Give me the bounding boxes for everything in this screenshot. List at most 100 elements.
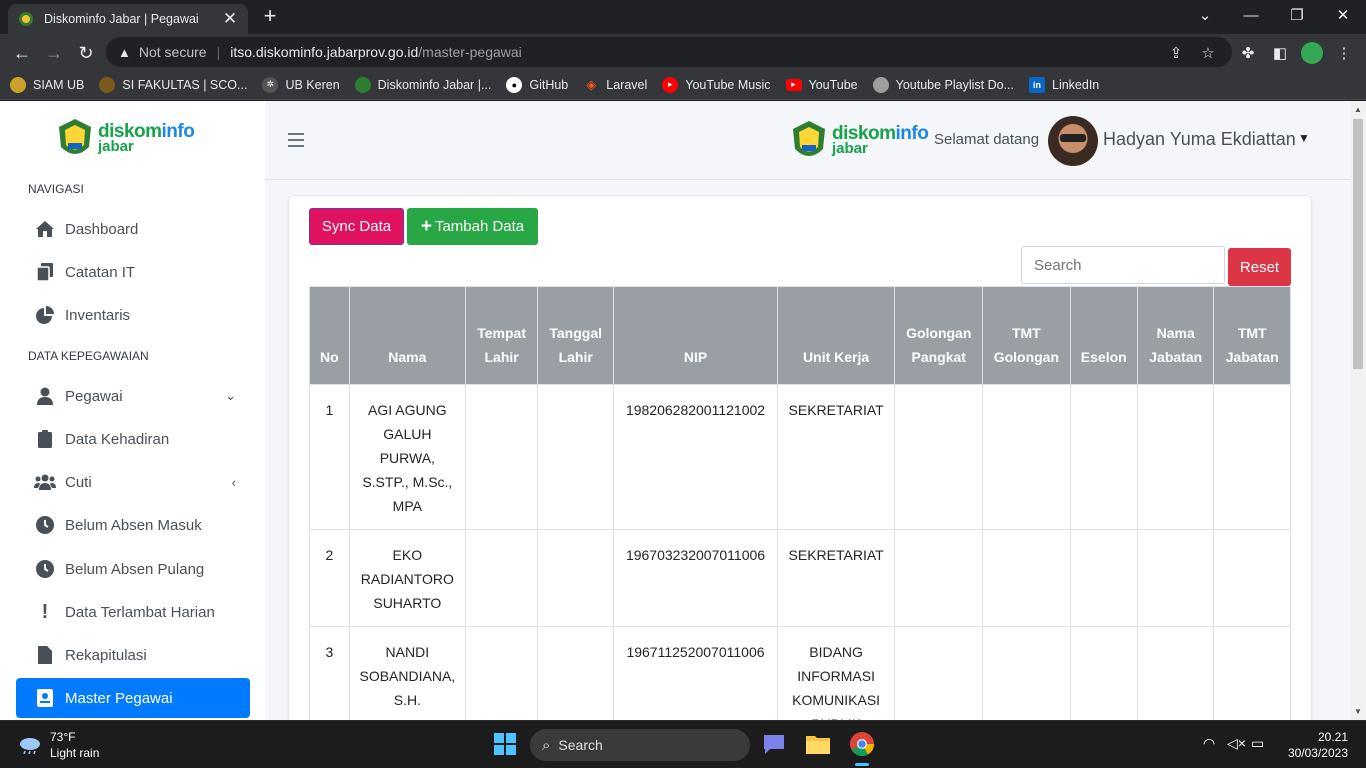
sidebar-item-catatan-it[interactable]: Catatan IT [16, 252, 250, 292]
menu-icon[interactable]: ⋮ [1331, 40, 1357, 66]
bookmark-item[interactable]: Diskominfo Jabar |... [354, 76, 491, 93]
restore-icon[interactable]: ❐ [1274, 0, 1320, 30]
bookmark-item[interactable]: ▸ YouTube [785, 78, 858, 92]
column-header[interactable]: Tempat Lahir [464, 286, 539, 385]
bookmark-icon [354, 76, 371, 93]
taskbar-clock[interactable]: 20.21 30/03/2023 [1288, 729, 1348, 761]
sidebar-item-cuti[interactable]: Cuti ‹ [16, 462, 250, 502]
sidebar-item-rekapitulasi[interactable]: Rekapitulasi [16, 635, 250, 675]
not-secure-label: Not secure [138, 44, 207, 60]
tambah-data-button[interactable]: + Tambah Data [407, 208, 538, 245]
home-icon [34, 219, 56, 239]
teams-chat-icon[interactable] [760, 730, 788, 758]
sidebar-item-belum-absen-masuk[interactable]: Belum Absen Masuk [16, 505, 250, 545]
sidebar-item-belum-absen-pulang[interactable]: Belum Absen Pulang [16, 549, 250, 589]
column-header[interactable]: Eselon [1069, 286, 1138, 385]
column-header[interactable]: NIP [613, 286, 778, 385]
browser-tab-strip: Diskominfo Jabar | Pegawai ✕ + ⌄ — ❐ ✕ [0, 0, 1366, 34]
column-header[interactable]: TMT Golongan [982, 286, 1071, 385]
table-scroll-area[interactable]: No Nama Tempat Lahir Tanggal Lahir NIP U… [309, 286, 1291, 720]
bookmark-item[interactable]: ● GitHub [506, 76, 568, 93]
column-header[interactable]: Golongan Pangkat [894, 286, 984, 385]
column-header[interactable]: Tanggal Lahir [537, 286, 615, 385]
close-window-icon[interactable]: ✕ [1320, 0, 1366, 30]
back-icon[interactable]: ← [9, 40, 35, 66]
chevron-left-icon: ‹ [231, 474, 236, 490]
reset-button[interactable]: Reset [1228, 248, 1291, 286]
bookmark-item[interactable]: ✲ UB Keren [262, 76, 340, 93]
bookmark-icon: ✲ [262, 76, 279, 93]
scrollbar-thumb[interactable] [1353, 119, 1363, 369]
column-header[interactable]: No [309, 286, 350, 385]
table-cell: SEKRETARIAT [776, 384, 896, 530]
bookmark-item[interactable]: ◈ Laravel [583, 77, 647, 93]
youtube-icon: ▸ [785, 78, 802, 91]
page-scrollbar[interactable]: ▲ ▼ [1350, 101, 1366, 720]
battery-icon[interactable]: ▭ [1251, 735, 1264, 752]
hamburger-menu-icon[interactable] [288, 133, 304, 147]
user-name[interactable]: Hadyan Yuma Ekdiattan [1103, 129, 1296, 150]
sync-data-button[interactable]: Sync Data [309, 208, 404, 245]
chrome-icon[interactable] [848, 730, 876, 758]
wifi-icon[interactable]: ◠ [1203, 735, 1215, 752]
close-tab-icon[interactable]: ✕ [222, 9, 238, 29]
copy-icon [34, 262, 56, 282]
scroll-up-icon[interactable]: ▲ [1354, 105, 1362, 114]
sidebar-item-inventaris[interactable]: Inventaris [16, 295, 250, 335]
table-row[interactable]: 3 NANDI SOBANDIANA, S.H. 196711252007011… [309, 626, 1291, 720]
pegawai-table: No Nama Tempat Lahir Tanggal Lahir NIP U… [309, 286, 1291, 720]
sidebar-item-master-pegawai[interactable]: Master Pegawai [16, 678, 250, 718]
clipboard-icon [34, 429, 56, 449]
address-bar[interactable]: ▲ Not secure | itso.diskominfo.jabarprov… [106, 37, 1232, 67]
table-cell: NANDI SOBANDIANA, S.H. [348, 626, 466, 720]
search-icon: ⌕ [542, 736, 551, 754]
table-cell [1136, 384, 1215, 530]
bookmark-item[interactable]: SIAM UB [10, 76, 84, 93]
diskominfo-favicon-icon [19, 12, 33, 26]
table-cell: 2 [309, 529, 350, 627]
bookmark-item[interactable]: ▸ YouTube Music [662, 76, 771, 93]
column-header[interactable]: TMT Jabatan [1213, 286, 1291, 385]
tab-search-icon[interactable]: ⌄ [1182, 0, 1228, 30]
table-row[interactable]: 2 EKO RADIANTORO SUHARTO 196703232007011… [309, 529, 1291, 627]
browser-tab[interactable]: Diskominfo Jabar | Pegawai ✕ [8, 4, 248, 34]
share-icon[interactable]: ⇪ [1163, 40, 1189, 66]
profile-icon[interactable] [1299, 40, 1325, 66]
new-tab-icon[interactable]: + [258, 5, 282, 29]
table-cell: SEKRETARIAT [776, 529, 896, 627]
sidebar-logo[interactable]: diskominfo jabar [56, 117, 195, 161]
sidebar-item-dashboard[interactable]: Dashboard [16, 209, 250, 249]
reload-icon[interactable]: ↻ [73, 40, 99, 66]
scroll-down-icon[interactable]: ▼ [1354, 707, 1362, 716]
bookmark-item[interactable]: in LinkedIn [1029, 76, 1099, 93]
volume-muted-icon[interactable]: ◁× [1227, 735, 1246, 752]
weather-widget[interactable]: 73°F Light rain [18, 729, 99, 761]
weather-temp: 73°F [50, 730, 76, 744]
table-cell [982, 626, 1071, 720]
minimize-icon[interactable]: — [1228, 0, 1274, 30]
header-divider [265, 179, 1350, 180]
column-header[interactable]: Nama [348, 286, 466, 385]
column-header[interactable]: Nama Jabatan [1136, 286, 1215, 385]
extensions-icon[interactable]: ✤ [1235, 40, 1261, 66]
bookmark-item[interactable]: SI FAKULTAS | SCO... [99, 76, 247, 93]
active-app-indicator [855, 763, 869, 766]
table-row[interactable]: 1 AGI AGUNG GALUH PURWA, S.STP., M.Sc., … [309, 384, 1291, 530]
side-panel-icon[interactable]: ◧ [1267, 40, 1293, 66]
column-header[interactable]: Unit Kerja [776, 286, 896, 385]
sidebar-item-pegawai[interactable]: Pegawai ⌄ [16, 376, 250, 416]
caret-down-icon[interactable]: ▼ [1298, 131, 1310, 145]
sidebar-item-data-terlambat-harian[interactable]: ! Data Terlambat Harian [16, 592, 250, 632]
bookmark-star-icon[interactable]: ☆ [1195, 40, 1221, 66]
bookmark-item[interactable]: Youtube Playlist Do... [872, 76, 1014, 93]
bookmark-icon [10, 76, 26, 93]
file-explorer-icon[interactable] [804, 730, 832, 758]
sidebar-item-data-kehadiran[interactable]: Data Kehadiran [16, 419, 250, 459]
search-input[interactable] [1021, 246, 1225, 284]
taskbar-search[interactable]: ⌕ Search [530, 729, 750, 761]
forward-icon[interactable]: → [41, 40, 67, 66]
table-cell [1213, 626, 1291, 720]
avatar[interactable] [1048, 116, 1098, 166]
warning-icon: ▲ [118, 44, 131, 60]
windows-start-icon[interactable] [491, 730, 519, 758]
